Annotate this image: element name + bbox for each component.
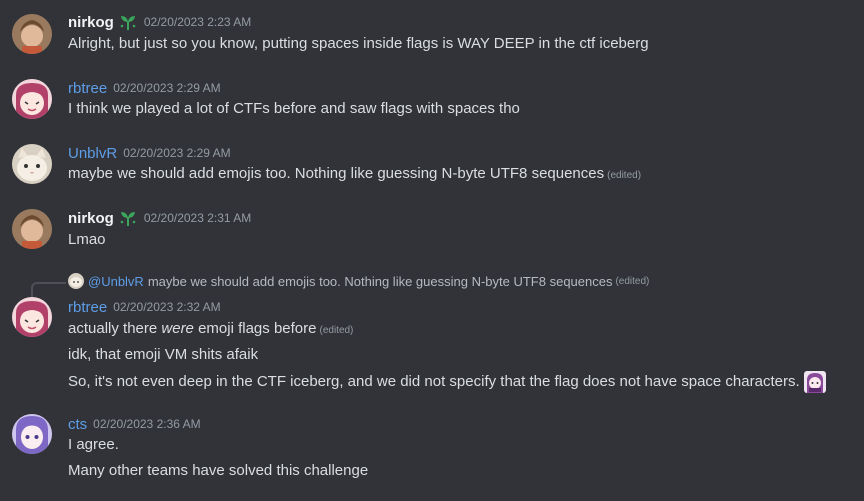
message-text: So, it's not even deep in the CTF iceber… [68, 371, 826, 393]
timestamp[interactable]: 02/20/2023 2:23 AM [144, 15, 251, 29]
custom-emoji-icon[interactable] [803, 371, 826, 393]
message-text-body: So, it's not even deep in the CTF iceber… [68, 372, 800, 390]
message-text: actually there were emoji flags before (e… [68, 319, 353, 339]
author-name[interactable]: cts [68, 416, 87, 433]
timestamp[interactable]: 02/20/2023 2:31 AM [144, 211, 251, 225]
author-name[interactable]: rbtree [68, 299, 107, 316]
message-text: maybe we should add emojis too. Nothing … [68, 164, 641, 184]
message-text-part: actually there [68, 320, 162, 337]
reply-preview[interactable]: @UnblvR maybe we should add emojis too. … [68, 272, 649, 290]
message-text: Lmao [68, 231, 106, 248]
avatar[interactable] [12, 14, 52, 54]
sprout-badge-icon[interactable] [118, 208, 138, 228]
reply-text: maybe we should add emojis too. Nothing … [147, 273, 613, 289]
avatar[interactable] [12, 144, 52, 184]
message-text: Alright, but just so you know, putting s… [68, 35, 649, 52]
message-text-part: emoji flags before [193, 320, 317, 337]
reply-avatar [68, 273, 84, 289]
author-name[interactable]: UnblvR [68, 145, 117, 162]
avatar[interactable] [12, 414, 52, 454]
reply-author[interactable]: @UnblvR [88, 274, 144, 289]
message-text: I agree. [68, 436, 119, 453]
avatar[interactable] [12, 79, 52, 119]
message-text: idk, that emoji VM shits afaik [68, 346, 259, 363]
reply-spine [31, 282, 66, 298]
timestamp[interactable]: 02/20/2023 2:29 AM [113, 81, 220, 95]
message-text: Many other teams have solved this challe… [68, 462, 369, 479]
avatar[interactable] [12, 209, 52, 249]
author-name[interactable]: nirkog [68, 14, 114, 31]
message-text-emphasis: were [161, 320, 194, 337]
message-text-body: maybe we should add emojis too. Nothing … [68, 165, 605, 182]
author-name[interactable]: nirkog [68, 210, 114, 227]
reply-edited-label: (edited) [615, 275, 650, 287]
timestamp[interactable]: 02/20/2023 2:36 AM [93, 417, 200, 431]
avatar[interactable] [12, 297, 52, 337]
sprout-badge-icon[interactable] [118, 12, 138, 32]
message-text: I think we played a lot of CTFs before a… [68, 100, 520, 117]
timestamp[interactable]: 02/20/2023 2:29 AM [123, 146, 230, 160]
timestamp[interactable]: 02/20/2023 2:32 AM [113, 300, 220, 314]
edited-label: (edited) [607, 170, 642, 181]
author-name[interactable]: rbtree [68, 80, 107, 97]
edited-label: (edited) [319, 325, 354, 336]
